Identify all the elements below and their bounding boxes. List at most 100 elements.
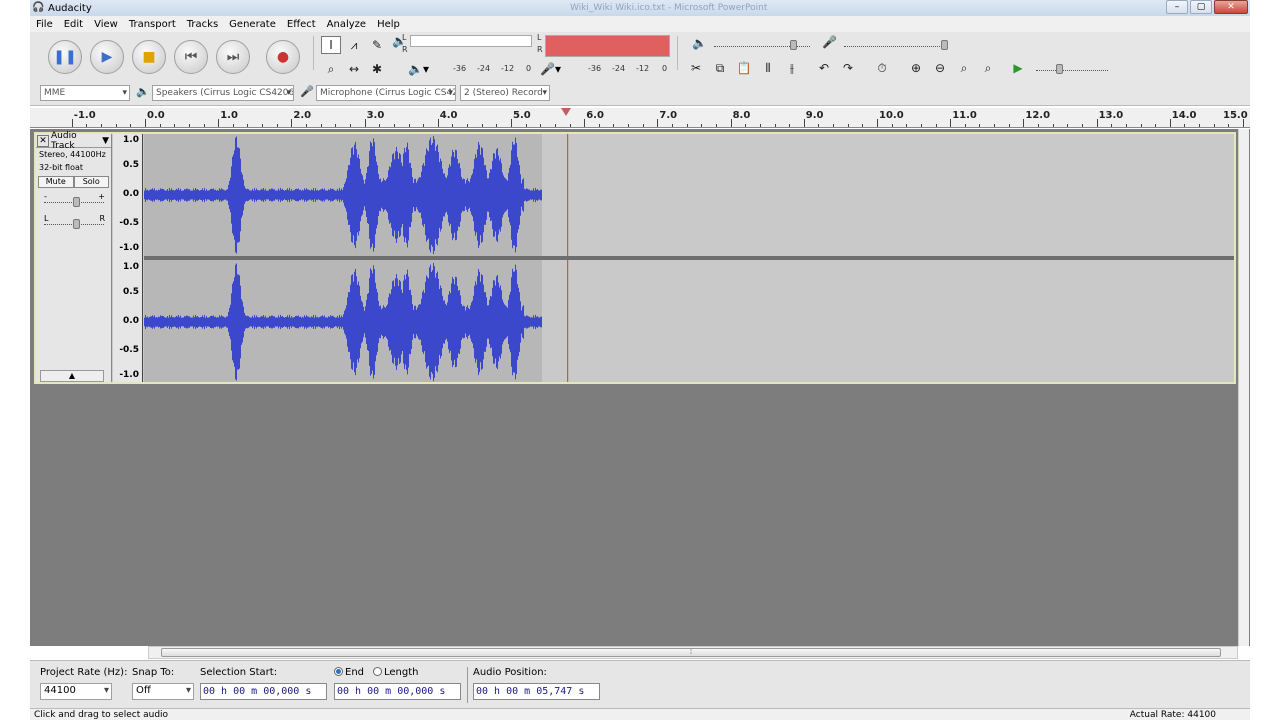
vertical-scrollbar[interactable] bbox=[1238, 129, 1249, 646]
playback-meter[interactable] bbox=[410, 35, 532, 47]
record-meter-l: L bbox=[537, 33, 542, 42]
menu-generate[interactable]: Generate bbox=[229, 19, 276, 30]
vertical-scale[interactable]: 1.0 0.5 0.0 -0.5 -1.0 1.0 0.5 0.0 -0.5 -… bbox=[113, 134, 143, 382]
record-meter[interactable] bbox=[545, 35, 670, 57]
ruler-minor-tick bbox=[1038, 124, 1040, 127]
pan-thumb[interactable] bbox=[73, 219, 80, 229]
ruler-label: 3.0 bbox=[366, 110, 385, 121]
ruler-minor-tick bbox=[159, 124, 161, 127]
gain-slider[interactable]: - + bbox=[36, 190, 111, 212]
stop-button[interactable]: ■ bbox=[132, 40, 166, 74]
play-button[interactable]: ▶ bbox=[90, 40, 124, 74]
sync-lock-icon[interactable]: ⏱ bbox=[872, 59, 892, 77]
play-speed-thumb[interactable] bbox=[1056, 64, 1063, 74]
selection-start-field[interactable]: 00 h 00 m 00,000 s bbox=[200, 683, 327, 700]
zoom-in-icon[interactable]: ⊕ bbox=[906, 59, 926, 77]
zoom-icon: ⌕ bbox=[327, 61, 335, 76]
input-channels-select[interactable]: 2 (Stereo) Record bbox=[460, 85, 550, 101]
record-button[interactable]: ● bbox=[266, 40, 300, 74]
project-rate-select[interactable]: 44100 bbox=[40, 683, 112, 700]
background-window-title: Wiki_Wiki Wiki.ico.txt - Microsoft Power… bbox=[570, 3, 768, 13]
ruler-minor-tick bbox=[1067, 124, 1069, 127]
minimize-icon[interactable]: – bbox=[1166, 0, 1188, 14]
menu-help[interactable]: Help bbox=[377, 19, 400, 30]
actual-rate: Actual Rate: 44100 bbox=[1129, 710, 1216, 720]
ruler-minor-tick bbox=[349, 124, 351, 127]
draw-tool[interactable]: ✎ bbox=[367, 36, 387, 54]
timeshift-tool[interactable]: ↔ bbox=[344, 60, 364, 78]
solo-button[interactable]: Solo bbox=[73, 176, 109, 188]
play-at-speed-icon[interactable]: ▶ bbox=[1008, 59, 1028, 77]
ruler-minor-tick bbox=[1228, 124, 1230, 127]
maximize-icon[interactable]: ▢ bbox=[1190, 0, 1212, 14]
length-radio[interactable]: Length bbox=[373, 667, 419, 678]
mute-button[interactable]: Mute bbox=[38, 176, 74, 188]
pan-slider[interactable]: L R bbox=[36, 212, 111, 234]
zoom-out-icon[interactable]: ⊖ bbox=[930, 59, 950, 77]
menu-edit[interactable]: Edit bbox=[64, 19, 83, 30]
skip-start-icon: ⏮ bbox=[184, 49, 198, 65]
zoom-tool[interactable]: ⌕ bbox=[321, 60, 341, 78]
snap-to-select[interactable]: Off bbox=[132, 683, 194, 700]
audio-host-select[interactable]: MME bbox=[40, 85, 130, 101]
skip-to-end-button[interactable]: ⏭ bbox=[216, 40, 250, 74]
play-speed-slider[interactable] bbox=[1036, 70, 1108, 71]
input-device-select[interactable]: Microphone (Cirrus Logic CS42 bbox=[316, 85, 456, 101]
ruler-minor-tick bbox=[1213, 124, 1215, 127]
scale-label: 0.5 bbox=[123, 287, 139, 297]
selection-tool[interactable]: I bbox=[321, 36, 341, 54]
paste-icon[interactable]: 📋 bbox=[734, 59, 754, 77]
ruler-label: 11.0 bbox=[952, 110, 977, 121]
horizontal-scrollbar[interactable]: ⦙ bbox=[148, 646, 1238, 659]
input-volume-thumb[interactable] bbox=[941, 40, 948, 50]
menu-view[interactable]: View bbox=[94, 19, 118, 30]
multi-tool[interactable]: ✱ bbox=[367, 60, 387, 78]
scale-label: 1.0 bbox=[123, 135, 139, 145]
end-radio[interactable]: End bbox=[334, 667, 364, 678]
menu-analyze[interactable]: Analyze bbox=[327, 19, 366, 30]
redo-icon[interactable]: ↷ bbox=[838, 59, 858, 77]
skip-to-start-button[interactable]: ⏮ bbox=[174, 40, 208, 74]
output-device-select[interactable]: Speakers (Cirrus Logic CS4206 bbox=[152, 85, 294, 101]
selection-toolbar: Project Rate (Hz): 44100 Snap To: Off Se… bbox=[30, 660, 1250, 708]
menu-transport[interactable]: Transport bbox=[129, 19, 176, 30]
ruler-minor-tick bbox=[818, 124, 820, 127]
pause-button[interactable]: ❚❚ bbox=[48, 40, 82, 74]
tracks-area[interactable]: ✕ Audio Track ▼ Stereo, 44100Hz 32-bit f… bbox=[30, 129, 1250, 646]
silence-icon[interactable]: ⫲ bbox=[782, 59, 802, 77]
menu-tracks[interactable]: Tracks bbox=[187, 19, 218, 30]
output-volume-thumb[interactable] bbox=[790, 40, 797, 50]
close-track-icon[interactable]: ✕ bbox=[37, 134, 49, 147]
input-volume-slider[interactable] bbox=[844, 46, 948, 47]
ruler-minor-tick bbox=[891, 124, 893, 127]
envelope-icon: ⩘ bbox=[350, 37, 358, 52]
fit-selection-icon[interactable]: ⌕ bbox=[954, 59, 974, 77]
copy-icon[interactable]: ⧉ bbox=[710, 59, 730, 77]
undo-icon[interactable]: ↶ bbox=[814, 59, 834, 77]
timeline-ruler[interactable]: -1.0 0.0 1.0 2.0 3.0 4.0 5.0 6.0 7.0 8.0 9.0 10.0 11… bbox=[30, 108, 1250, 128]
cut-icon[interactable]: ✂ bbox=[686, 59, 706, 77]
ruler-minor-tick bbox=[232, 124, 234, 127]
ruler-minor-tick bbox=[86, 124, 88, 127]
gain-thumb[interactable] bbox=[73, 197, 80, 207]
length-label: Length bbox=[384, 667, 419, 678]
ruler-label: 13.0 bbox=[1098, 110, 1124, 121]
playhead-marker-icon[interactable] bbox=[560, 108, 571, 116]
chevron-down-icon[interactable]: ▼ bbox=[102, 136, 111, 146]
audio-position-field[interactable]: 00 h 00 m 05,747 s bbox=[473, 683, 600, 700]
trim-icon[interactable]: ⫴ bbox=[758, 59, 778, 77]
menu-effect[interactable]: Effect bbox=[287, 19, 316, 30]
envelope-tool[interactable]: ⩘ bbox=[344, 36, 364, 54]
selection-end-field[interactable]: 00 h 00 m 00,000 s bbox=[334, 683, 461, 700]
menu-file[interactable]: File bbox=[36, 19, 53, 30]
ruler-label: 15.0 bbox=[1223, 110, 1248, 121]
close-icon[interactable]: ✕ bbox=[1214, 0, 1248, 14]
collapse-track-button[interactable]: ▲ bbox=[40, 370, 104, 382]
scroll-thumb[interactable]: ⦙ bbox=[161, 648, 1221, 657]
ruler-minor-tick bbox=[423, 124, 425, 127]
ruler-minor-tick bbox=[715, 124, 717, 127]
ruler-tick bbox=[950, 119, 952, 127]
audio-track[interactable]: ✕ Audio Track ▼ Stereo, 44100Hz 32-bit f… bbox=[34, 131, 1236, 384]
fit-project-icon[interactable]: ⌕ bbox=[978, 59, 998, 77]
ruler-minor-tick bbox=[408, 124, 410, 127]
